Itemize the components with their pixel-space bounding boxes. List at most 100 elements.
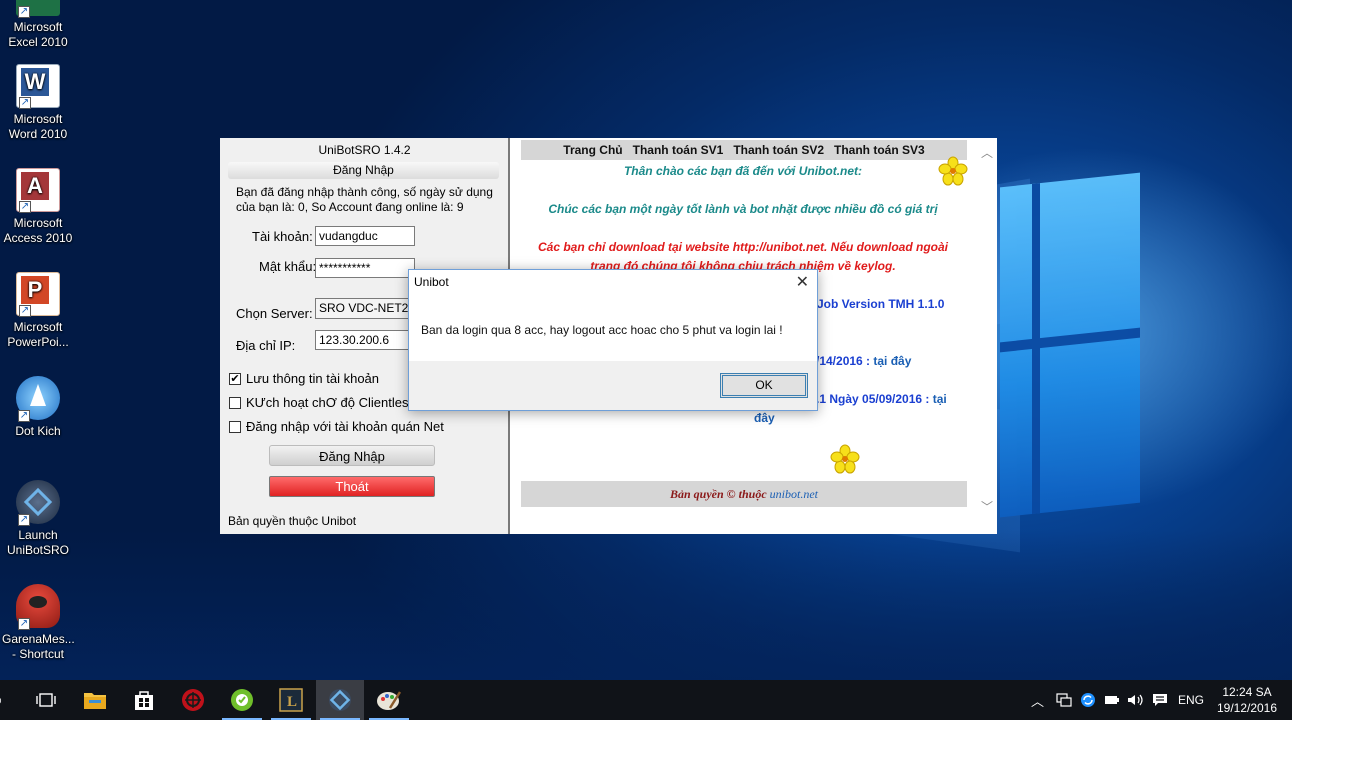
username-field[interactable]: vudangduc: [315, 226, 415, 246]
desktop-icon-label: Microsoft Word 2010: [8, 112, 68, 141]
checkbox-net-account[interactable]: Đăng nhập với tài khoản quán Net: [229, 419, 444, 434]
dialog-message: Ban da login qua 8 acc, hay logout acc h…: [421, 323, 783, 337]
update-line-1: /14/2016 : tại đây: [816, 354, 911, 368]
nav-link-payment-sv2[interactable]: Thanh toán SV2: [733, 140, 824, 160]
desktop-icon-launch-unibot[interactable]: ↗ Launch UniBotSRO: [2, 480, 74, 558]
checkbox-label: Đăng nhập với tài khoản quán Net: [246, 419, 444, 434]
clock-time: 12:24 SA: [1222, 685, 1272, 699]
server-select[interactable]: SRO VDC-NET2: [315, 298, 415, 319]
ip-label: Địa chỉ IP:: [236, 338, 296, 353]
update-date: /14/2016 :: [816, 354, 871, 368]
web-warning-line-1: Các bạn chỉ download tại website http://…: [538, 240, 948, 254]
tray-overflow-icon[interactable]: ︿: [1031, 680, 1047, 720]
alert-dialog: Unibot ✕ Ban da login qua 8 acc, hay log…: [408, 269, 818, 411]
close-icon[interactable]: ✕: [796, 272, 809, 292]
desktop-icon-powerpoint[interactable]: P ↗ Microsoft PowerPoi...: [2, 272, 74, 350]
app-title: UniBotSRO 1.4.2: [318, 143, 411, 157]
store-icon[interactable]: [120, 680, 168, 720]
nav-link-home[interactable]: Trang Chủ: [563, 140, 622, 160]
scroll-down-icon[interactable]: ﹀: [981, 498, 993, 515]
taskview-icon[interactable]: [22, 680, 70, 720]
battery-icon[interactable]: [1104, 680, 1120, 720]
app-red-icon[interactable]: [169, 680, 217, 720]
checkbox-clientless[interactable]: KƯch hoạt chƠ độ Clientless: [229, 395, 415, 410]
unibot-icon[interactable]: [316, 680, 364, 720]
excel-icon: ↗: [16, 0, 60, 18]
checkbox-label: Lưu thông tin tài khoản: [246, 371, 380, 386]
desktop-icon-label: GarenaMes... - Shortcut: [2, 632, 75, 661]
svg-text:L: L: [287, 694, 297, 710]
web-scrollbar[interactable]: ︿ ﹀: [977, 138, 997, 534]
file-explorer-icon[interactable]: [71, 680, 119, 720]
login-status-message: Bạn đã đăng nhập thành công, số ngày sử …: [236, 185, 493, 214]
exit-button[interactable]: Thoát: [269, 476, 435, 497]
windows-logo-wallpaper: [1000, 172, 1140, 518]
desktop-icon-dotkich[interactable]: ↗ Dot Kich: [2, 376, 74, 439]
running-indicator: [222, 718, 262, 720]
scroll-up-icon[interactable]: ︿: [981, 144, 993, 161]
desktop-icon-access[interactable]: A ↗ Microsoft Access 2010: [2, 168, 74, 246]
clock-date: 19/12/2016: [1216, 701, 1278, 715]
nav-link-payment-sv3[interactable]: Thanh toán SV3: [834, 140, 925, 160]
access-icon: A ↗: [16, 168, 60, 213]
username-label: Tài khoản:: [252, 229, 313, 244]
desktop-icon-label: Launch UniBotSRO: [6, 528, 70, 557]
checkbox-box[interactable]: ✔: [229, 372, 241, 385]
update-link[interactable]: tại đây: [873, 354, 911, 368]
dotkich-icon: ↗: [16, 376, 60, 422]
update-link[interactable]: tại: [933, 392, 947, 406]
web-wish: Chúc các bạn một ngày tốt lành và bot nh…: [548, 202, 938, 216]
checkbox-box[interactable]: [229, 396, 241, 409]
password-field[interactable]: ***********: [315, 258, 415, 278]
desktop-icon-label: Dot Kich: [15, 424, 61, 438]
password-label: Mật khẩu:: [259, 259, 317, 274]
ok-button[interactable]: OK: [720, 373, 808, 398]
dialog-title: Unibot: [414, 275, 449, 289]
nav-link-payment-sv1[interactable]: Thanh toán SV1: [633, 140, 724, 160]
web-nav: Trang Chủ Thanh toán SV1 Thanh toán SV2 …: [521, 140, 967, 160]
league-icon[interactable]: L: [267, 680, 315, 720]
update-line-2: .1 Ngày 05/09/2016 : tại: [816, 392, 947, 406]
checkbox-save-account[interactable]: ✔ Lưu thông tin tài khoản: [229, 371, 379, 386]
taskbar: ○ L ︿ ENG 12:24 SA: [0, 680, 1292, 720]
volume-icon[interactable]: [1127, 680, 1143, 720]
desktop-icon-label: Microsoft Access 2010: [3, 216, 73, 245]
unibot-icon: ↗: [16, 480, 60, 526]
running-indicator: [320, 718, 360, 720]
flower-icon: [830, 444, 860, 474]
powerpoint-icon: P ↗: [16, 272, 60, 317]
flower-icon: [938, 156, 968, 186]
job-version-text: Job Version TMH 1.1.0: [817, 297, 945, 311]
web-greeting: Thân chào các bạn đã đến với Unibot.net:: [623, 164, 863, 178]
dialog-footer: OK: [409, 361, 817, 410]
login-button[interactable]: Đăng Nhập: [269, 445, 435, 466]
search-icon[interactable]: ○: [0, 680, 12, 720]
action-center-icon[interactable]: [1152, 680, 1168, 720]
server-label: Chọn Server:: [236, 306, 313, 321]
app-green-icon[interactable]: [218, 680, 266, 720]
wallpaper-floor: [0, 530, 1292, 680]
web-footer: Bản quyền © thuộc unibot.net: [521, 481, 967, 507]
ip-field[interactable]: 123.30.200.6: [315, 330, 415, 350]
footer-text: Bản quyền © thuộc: [670, 487, 767, 501]
desktop-icon-word[interactable]: W ↗ Microsoft Word 2010: [2, 64, 74, 142]
network-icon[interactable]: [1056, 680, 1072, 720]
checkbox-label: KƯch hoạt chƠ độ Clientless: [246, 395, 415, 410]
copyright-text: Bản quyền thuộc Unibot: [228, 514, 357, 528]
desktop-icon-excel[interactable]: ↗ Microsoft Excel 2010: [2, 0, 74, 50]
desktop-icon-garena[interactable]: ↗ GarenaMes... - Shortcut: [2, 584, 75, 662]
running-indicator: [271, 718, 311, 720]
desktop-icon-label: Microsoft Excel 2010: [8, 20, 68, 49]
language-indicator[interactable]: ENG: [1178, 680, 1204, 720]
update-link-continued[interactable]: đây: [754, 411, 775, 425]
clock[interactable]: 12:24 SA 19/12/2016: [1212, 684, 1282, 716]
section-header-login: Đăng Nhập: [228, 162, 499, 179]
footer-link[interactable]: unibot.net: [770, 487, 818, 501]
paint-icon[interactable]: [365, 680, 413, 720]
update-date: .1 Ngày 05/09/2016 :: [816, 392, 930, 406]
sync-icon[interactable]: [1080, 680, 1096, 720]
checkbox-box[interactable]: [229, 420, 241, 433]
desktop-icon-label: Microsoft PowerPoi...: [7, 320, 69, 349]
garena-icon: ↗: [16, 584, 60, 630]
word-icon: W ↗: [16, 64, 60, 109]
